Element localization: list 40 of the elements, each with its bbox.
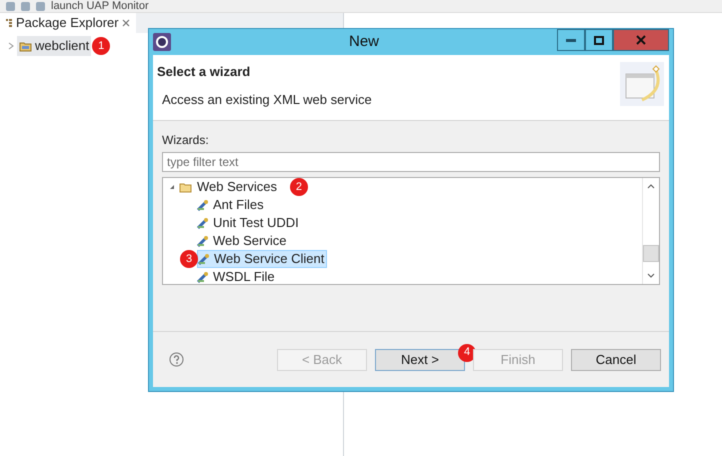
wizard-item[interactable]: Web Service: [197, 232, 286, 250]
view-icon: [5, 18, 13, 28]
scrollbar[interactable]: [642, 178, 659, 284]
maximize-icon: [594, 36, 604, 44]
step-marker: 1: [92, 36, 110, 55]
scroll-up-icon: [647, 184, 655, 189]
project-item[interactable]: webclient: [17, 36, 92, 56]
wizard-banner-icon: [620, 62, 664, 106]
step-marker: 2: [290, 178, 308, 196]
step-marker: 3: [180, 250, 198, 268]
maximize-button[interactable]: [585, 29, 613, 51]
toolbar-label[interactable]: launch UAP Monitor: [51, 0, 149, 12]
window-title: New: [348, 32, 380, 52]
wizard-category[interactable]: Web Services: [179, 178, 277, 196]
wizard-item[interactable]: Web Service Client: [197, 250, 328, 268]
help-icon: [169, 352, 184, 367]
wizard-icon: [197, 235, 209, 247]
wizard-item[interactable]: Ant Files: [197, 196, 264, 214]
wizard-icon: [197, 271, 209, 283]
wizard-item[interactable]: Unit Test UDDI: [197, 214, 299, 232]
minimize-icon: [566, 38, 576, 42]
filter-field[interactable]: type filter text: [162, 152, 660, 172]
scroll-thumb[interactable]: [643, 245, 659, 262]
dialog-button[interactable]: Cancel: [571, 348, 661, 370]
scroll-down-icon: [647, 273, 655, 278]
close-button[interactable]: [613, 29, 669, 51]
gear-icon: [153, 33, 171, 51]
folder-icon: [179, 182, 193, 192]
wizard-icon: [197, 217, 209, 229]
wizard-description: Access an existing XML web service: [161, 90, 372, 109]
wizard-heading: Select a wizard: [157, 63, 252, 81]
dialog-button[interactable]: Next >: [375, 348, 465, 370]
wizard-icon: [197, 199, 209, 211]
wizards-label: Wizards:: [162, 132, 210, 149]
wizard-icon: [198, 253, 210, 265]
close-icon: [122, 19, 130, 27]
wizard-item[interactable]: WSDL File: [197, 268, 275, 286]
project-icon: [19, 40, 32, 52]
close-icon: [636, 35, 646, 45]
minimize-button[interactable]: [557, 29, 585, 51]
